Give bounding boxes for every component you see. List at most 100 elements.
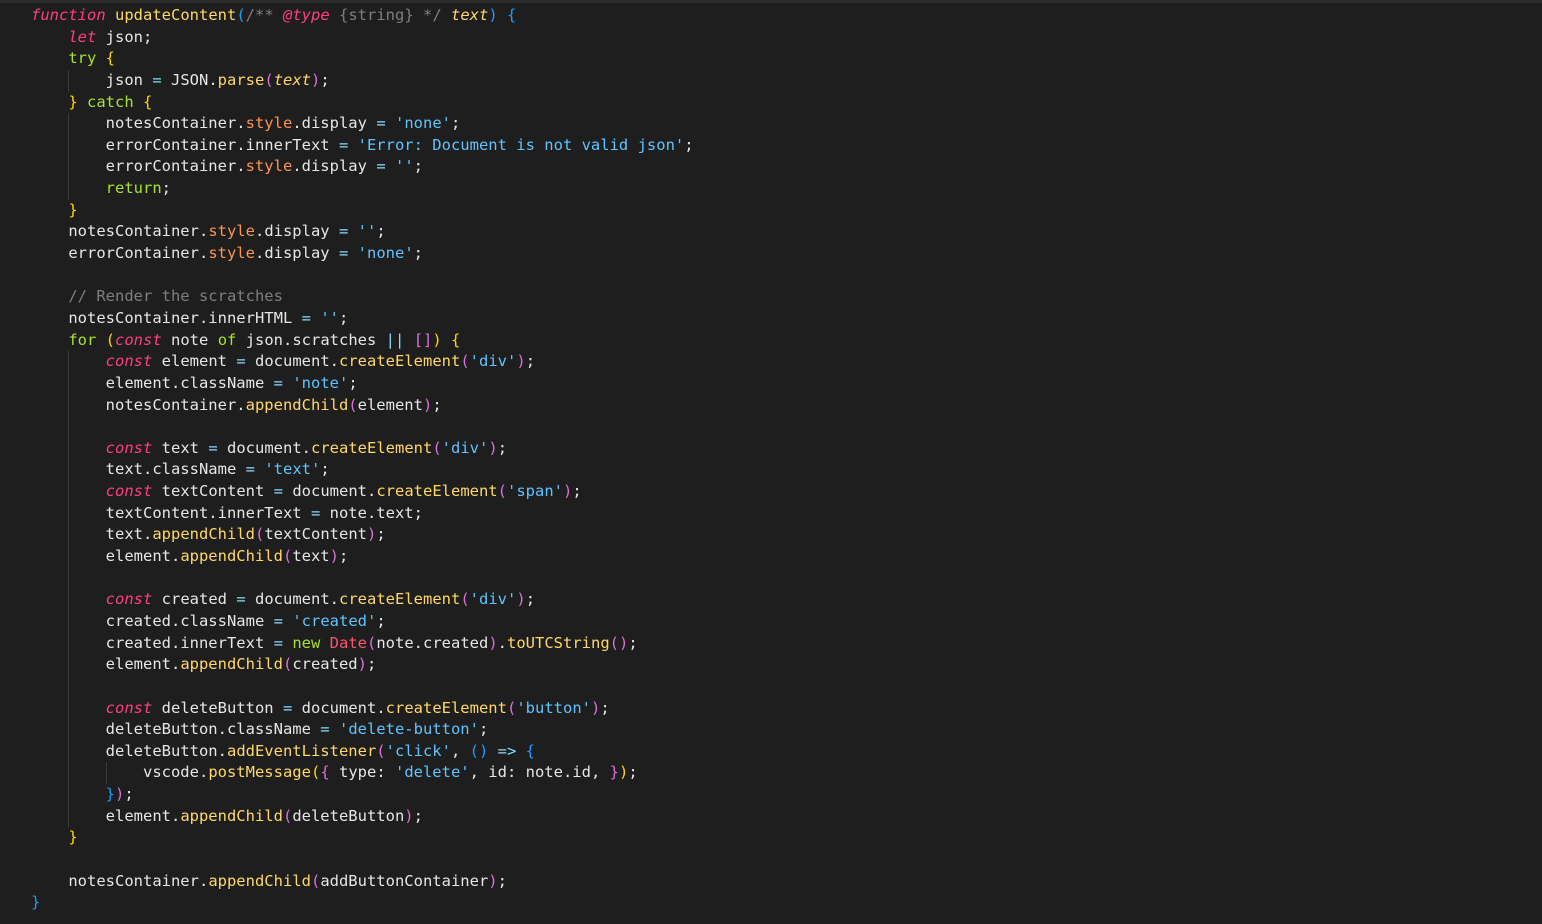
code-token: ;: [320, 70, 330, 89]
code-line[interactable]: [31, 675, 694, 698]
code-token: Date: [329, 633, 367, 652]
code-token: ;: [572, 482, 582, 501]
code-token: element: [357, 395, 423, 414]
code-line[interactable]: errorContainer.innerText = 'Error: Docum…: [31, 134, 694, 157]
code-line[interactable]: notesContainer.style.display = 'none';: [31, 113, 694, 135]
code-token: for: [68, 330, 97, 349]
code-token: =: [338, 244, 349, 263]
code-token: ;: [413, 806, 423, 825]
code-token: ): [488, 438, 498, 457]
code-line[interactable]: }: [31, 200, 694, 222]
code-line[interactable]: errorContainer.style.display = '';: [31, 156, 694, 179]
code-line[interactable]: element.appendChild(created);: [31, 654, 694, 676]
code-token: const: [105, 698, 153, 717]
code-token: ;: [376, 611, 386, 630]
code-line[interactable]: });: [31, 784, 694, 806]
indent-guide: [68, 459, 70, 482]
code-line[interactable]: notesContainer.appendChild(addButtonCont…: [31, 871, 694, 893]
code-token: 'div': [441, 438, 489, 457]
code-token: document.: [217, 438, 311, 457]
code-token: createElement: [339, 352, 461, 371]
code-line[interactable]: const created = document.createElement('…: [31, 589, 694, 611]
code-line[interactable]: // Render the scratches: [31, 286, 694, 308]
code-line[interactable]: return;: [31, 178, 694, 200]
indent-guide: [68, 437, 70, 460]
code-token: =: [273, 373, 283, 392]
code-line[interactable]: created.className = 'created';: [31, 610, 694, 633]
code-token: =: [208, 438, 218, 457]
code-token: }: [68, 200, 78, 219]
code-line[interactable]: [31, 265, 694, 287]
code-line[interactable]: let json;: [31, 27, 694, 49]
code-token: .: [497, 633, 508, 652]
code-token: ): [488, 633, 498, 652]
code-editor[interactable]: function updateContent(/** @type {string…: [0, 0, 1542, 924]
code-token: notesContainer.: [105, 114, 246, 133]
code-token: ): [516, 590, 526, 609]
code-line[interactable]: notesContainer.appendChild(element);: [31, 394, 694, 417]
code-line[interactable]: deleteButton.addEventListener('click', (…: [31, 740, 694, 763]
code-line[interactable]: }: [31, 827, 694, 849]
code-token: (: [254, 525, 265, 544]
code-line[interactable]: notesContainer.style.display = '';: [31, 221, 694, 243]
code-line[interactable]: element.appendChild(text);: [31, 546, 694, 568]
code-line[interactable]: created.innerText = new Date(note.create…: [31, 632, 694, 655]
code-line[interactable]: const element = document.createElement('…: [31, 351, 694, 373]
code-token: 'delete-button': [338, 720, 479, 739]
code-token: updateContent: [115, 6, 237, 24]
code-token: =: [376, 157, 386, 176]
code-token: ): [488, 6, 498, 24]
code-token: ;: [161, 179, 171, 198]
code-token: let: [68, 27, 97, 46]
code-token: created: [152, 590, 237, 609]
code-token: parse: [217, 70, 265, 89]
code-token: created: [292, 655, 358, 674]
code-line[interactable]: element.className = 'note';: [31, 372, 694, 395]
code-line[interactable]: text.className = 'text';: [31, 459, 694, 482]
code-token: postMessage: [208, 763, 311, 782]
code-line[interactable]: [31, 567, 694, 590]
code-token: appendChild: [208, 871, 311, 890]
code-line[interactable]: textContent.innerText = note.text;: [31, 502, 694, 525]
code-line[interactable]: }: [31, 892, 694, 914]
code-line[interactable]: const deleteButton = document.createElem…: [31, 697, 694, 720]
code-line[interactable]: [31, 849, 694, 871]
code-line[interactable]: const textContent = document.createEleme…: [31, 481, 694, 503]
code-token: style: [245, 114, 293, 133]
code-token: created.className: [105, 611, 274, 630]
code-token: ;: [366, 655, 377, 674]
code-line[interactable]: const text = document.createElement('div…: [31, 437, 694, 460]
code-token: =: [273, 633, 283, 652]
code-area[interactable]: function updateContent(/** @type {string…: [31, 5, 694, 914]
indent-guide: [68, 69, 70, 92]
code-line[interactable]: } catch {: [31, 92, 694, 114]
code-line[interactable]: errorContainer.style.display = 'none';: [31, 243, 694, 265]
code-line[interactable]: text.appendChild(textContent);: [31, 524, 694, 547]
code-line[interactable]: for (const note of json.scratches || [])…: [31, 330, 694, 352]
code-line[interactable]: element.appendChild(deleteButton);: [31, 805, 694, 828]
code-token: const: [105, 438, 153, 457]
code-line[interactable]: deleteButton.className = 'delete-button'…: [31, 719, 694, 741]
code-token: appendChild: [180, 806, 283, 825]
code-line[interactable]: [31, 416, 694, 438]
code-token: =: [273, 482, 283, 501]
code-token: ;: [525, 352, 536, 371]
indent-guide: [105, 762, 107, 785]
indent-guide: [68, 740, 70, 763]
code-line[interactable]: function updateContent(/** @type {string…: [31, 5, 694, 27]
code-line[interactable]: vscode.postMessage({ type: 'delete', id:…: [31, 762, 694, 785]
code-token: '': [320, 308, 339, 327]
indent-guide: [68, 156, 70, 179]
code-token: deleteButton: [292, 806, 405, 825]
code-token: ): [563, 482, 573, 501]
code-token: element: [152, 352, 237, 371]
code-line[interactable]: notesContainer.innerHTML = '';: [31, 308, 694, 330]
code-line[interactable]: json = JSON.parse(text);: [31, 69, 694, 92]
code-line[interactable]: try {: [31, 48, 694, 70]
